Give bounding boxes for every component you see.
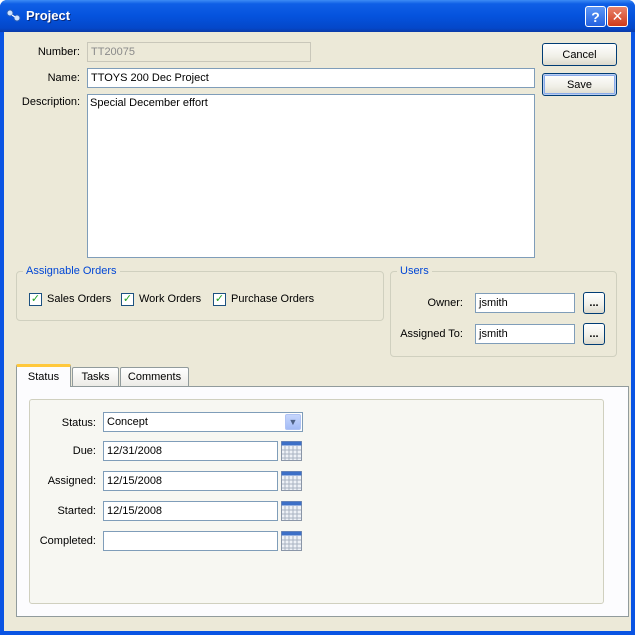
due-label: Due: — [72, 445, 96, 457]
help-icon: ? — [591, 8, 600, 25]
chevron-down-icon[interactable]: ▼ — [285, 414, 301, 430]
window-title: Project — [26, 8, 71, 23]
assignable-orders-title: Assignable Orders — [23, 265, 120, 277]
status-value: Concept — [107, 416, 148, 428]
status-label: Status: — [61, 417, 96, 429]
project-icon — [6, 9, 21, 22]
sales-orders-label: Sales Orders — [47, 293, 112, 305]
owner-browse-button[interactable]: ... — [583, 292, 605, 314]
owner-label: Owner: — [427, 297, 463, 309]
started-label: Started: — [57, 505, 96, 517]
check-icon: ✓ — [30, 293, 41, 305]
title-bar[interactable]: Project ? ✕ — [0, 0, 635, 32]
tab-tasks[interactable]: Tasks — [72, 367, 119, 386]
number-label: Number: — [37, 46, 80, 58]
tab-comments[interactable]: Comments — [120, 367, 189, 386]
project-window: Project ? ✕ Number: TT20075 Name: TTOYS … — [0, 0, 635, 635]
calendar-icon[interactable] — [281, 441, 302, 461]
status-combobox[interactable]: Concept ▼ — [103, 412, 303, 432]
number-field: TT20075 — [87, 42, 311, 62]
calendar-icon[interactable] — [281, 531, 302, 551]
assigned-date-field[interactable]: 12/15/2008 — [103, 471, 278, 491]
check-icon: ✓ — [214, 293, 225, 305]
cancel-button[interactable]: Cancel — [542, 43, 617, 66]
check-icon: ✓ — [122, 293, 133, 305]
owner-field[interactable]: jsmith — [475, 293, 575, 313]
calendar-icon[interactable] — [281, 471, 302, 491]
purchase-orders-label: Purchase Orders — [231, 293, 315, 305]
close-button[interactable]: ✕ — [607, 6, 628, 27]
assigned-to-browse-button[interactable]: ... — [583, 323, 605, 345]
due-date-field[interactable]: 12/31/2008 — [103, 441, 278, 461]
name-label: Name: — [47, 72, 80, 84]
help-button[interactable]: ? — [585, 6, 606, 27]
assigned-to-field[interactable]: jsmith — [475, 324, 575, 344]
description-field[interactable]: Special December effort — [87, 94, 535, 258]
users-group: Users Owner: jsmith ... Assigned To: jsm… — [390, 265, 617, 357]
status-frame: Status: Concept ▼ Due: 12/31/2008 Assign… — [29, 399, 604, 604]
started-date-field[interactable]: 12/15/2008 — [103, 501, 278, 521]
calendar-icon[interactable] — [281, 501, 302, 521]
assigned-to-label: Assigned To: — [400, 328, 463, 340]
save-button[interactable]: Save — [542, 73, 617, 96]
purchase-orders-checkbox[interactable]: ✓ — [213, 293, 226, 306]
status-tab-panel: Status: Concept ▼ Due: 12/31/2008 Assign… — [16, 386, 629, 617]
completed-date-field[interactable] — [103, 531, 278, 551]
name-field[interactable]: TTOYS 200 Dec Project — [87, 68, 535, 88]
work-orders-checkbox[interactable]: ✓ — [121, 293, 134, 306]
dialog-body: Number: TT20075 Name: TTOYS 200 Dec Proj… — [4, 32, 631, 631]
users-title: Users — [397, 265, 432, 277]
tab-status[interactable]: Status — [16, 364, 71, 387]
close-icon: ✕ — [611, 8, 624, 24]
assignable-orders-group: Assignable Orders ✓ Sales Orders ✓ Work … — [16, 265, 384, 321]
assigned-label: Assigned: — [47, 475, 96, 487]
sales-orders-checkbox[interactable]: ✓ — [29, 293, 42, 306]
work-orders-label: Work Orders — [139, 293, 202, 305]
description-label: Description: — [21, 96, 80, 108]
completed-label: Completed: — [39, 535, 96, 547]
